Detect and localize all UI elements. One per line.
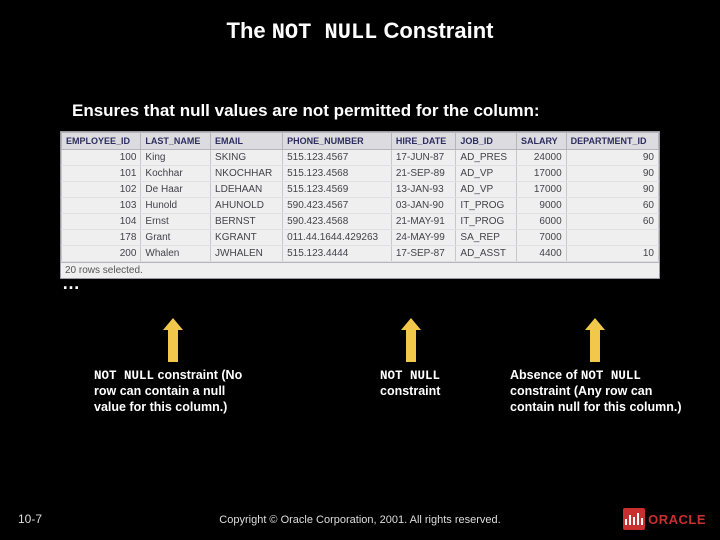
col-header: JOB_ID <box>456 133 517 150</box>
caption-3: Absence of NOT NULL constraint (Any row … <box>510 368 692 415</box>
table-cell: IT_PROG <box>456 198 517 214</box>
table-cell: 103 <box>62 198 141 214</box>
slide-subtitle: Ensures that null values are not permitt… <box>0 55 720 127</box>
caption-3-pre: Absence of <box>510 368 581 382</box>
table-cell: 011.44.1644.429263 <box>283 230 392 246</box>
table-cell: 9000 <box>516 198 566 214</box>
table-cell: 90 <box>566 150 658 166</box>
table-cell: 6000 <box>516 214 566 230</box>
oracle-logo: ORACLE <box>623 508 706 530</box>
table-cell: 17000 <box>516 166 566 182</box>
table-cell: 90 <box>566 166 658 182</box>
table-cell: BERNST <box>211 214 283 230</box>
table-cell: 13-JAN-93 <box>391 182 456 198</box>
table-cell: 60 <box>566 214 658 230</box>
table-cell: 03-JAN-90 <box>391 198 456 214</box>
copyright-footer: Copyright © Oracle Corporation, 2001. Al… <box>0 514 720 526</box>
table-cell: JWHALEN <box>211 246 283 262</box>
table-cell: 104 <box>62 214 141 230</box>
table-cell: 21-SEP-89 <box>391 166 456 182</box>
table-cell: 515.123.4444 <box>283 246 392 262</box>
caption-2-text: constraint <box>380 384 440 398</box>
table-cell: Hunold <box>141 198 211 214</box>
table-cell: 17000 <box>516 182 566 198</box>
oracle-logo-icon <box>623 508 645 530</box>
title-code: NOT NULL <box>272 20 378 45</box>
table-cell: AD_VP <box>456 166 517 182</box>
table-row: 200WhalenJWHALEN515.123.444417-SEP-87AD_… <box>62 246 659 262</box>
rows-ellipsis: … <box>62 273 720 294</box>
table-row: 100KingSKING515.123.456717-JUN-87AD_PRES… <box>62 150 659 166</box>
table-cell: 515.123.4568 <box>283 166 392 182</box>
caption-1-code: NOT NULL <box>94 369 154 383</box>
table-cell: KGRANT <box>211 230 283 246</box>
table-row: 178GrantKGRANT011.44.1644.42926324-MAY-9… <box>62 230 659 246</box>
table-cell: Grant <box>141 230 211 246</box>
arrow-1 <box>168 328 178 362</box>
table-cell: AD_VP <box>456 182 517 198</box>
col-header: EMAIL <box>211 133 283 150</box>
title-pre: The <box>227 18 272 43</box>
table-cell: 90 <box>566 182 658 198</box>
table-cell: NKOCHHAR <box>211 166 283 182</box>
table-cell: 590.423.4567 <box>283 198 392 214</box>
table-cell: 4400 <box>516 246 566 262</box>
table-cell: 590.423.4568 <box>283 214 392 230</box>
arrow-2 <box>406 328 416 362</box>
col-header: HIRE_DATE <box>391 133 456 150</box>
table-cell: 24-MAY-99 <box>391 230 456 246</box>
data-table-wrap: EMPLOYEE_IDLAST_NAMEEMAILPHONE_NUMBERHIR… <box>60 131 660 279</box>
col-header: DEPARTMENT_ID <box>566 133 658 150</box>
caption-2: NOT NULL constraint <box>380 368 490 400</box>
table-cell: Whalen <box>141 246 211 262</box>
table-cell: 17-SEP-87 <box>391 246 456 262</box>
table-cell: LDEHAAN <box>211 182 283 198</box>
oracle-logo-text: ORACLE <box>648 512 706 527</box>
table-cell: AD_ASST <box>456 246 517 262</box>
table-cell: SA_REP <box>456 230 517 246</box>
table-row: 104ErnstBERNST590.423.456821-MAY-91IT_PR… <box>62 214 659 230</box>
table-cell: 515.123.4567 <box>283 150 392 166</box>
col-header: LAST_NAME <box>141 133 211 150</box>
data-table: EMPLOYEE_IDLAST_NAMEEMAILPHONE_NUMBERHIR… <box>61 132 659 262</box>
table-cell: SKING <box>211 150 283 166</box>
table-cell: AD_PRES <box>456 150 517 166</box>
table-cell: 21-MAY-91 <box>391 214 456 230</box>
table-cell: 24000 <box>516 150 566 166</box>
table-row: 101KochharNKOCHHAR515.123.456821-SEP-89A… <box>62 166 659 182</box>
table-cell: 10 <box>566 246 658 262</box>
caption-3-text: constraint (Any row can contain null for… <box>510 384 682 413</box>
table-cell: 178 <box>62 230 141 246</box>
caption-1: NOT NULL constraint (No row can contain … <box>94 368 254 415</box>
table-cell: 7000 <box>516 230 566 246</box>
caption-3-code: NOT NULL <box>581 369 641 383</box>
table-row: 102De HaarLDEHAAN515.123.456913-JAN-93AD… <box>62 182 659 198</box>
col-header: SALARY <box>516 133 566 150</box>
table-cell: 60 <box>566 198 658 214</box>
table-cell: 100 <box>62 150 141 166</box>
table-row: 103HunoldAHUNOLD590.423.456703-JAN-90IT_… <box>62 198 659 214</box>
col-header: PHONE_NUMBER <box>283 133 392 150</box>
table-cell: King <box>141 150 211 166</box>
table-cell: Ernst <box>141 214 211 230</box>
table-cell <box>566 230 658 246</box>
col-header: EMPLOYEE_ID <box>62 133 141 150</box>
table-cell: 515.123.4569 <box>283 182 392 198</box>
table-cell: 101 <box>62 166 141 182</box>
arrow-3 <box>590 328 600 362</box>
table-cell: AHUNOLD <box>211 198 283 214</box>
caption-2-code: NOT NULL <box>380 369 440 383</box>
table-cell: De Haar <box>141 182 211 198</box>
table-cell: 102 <box>62 182 141 198</box>
table-cell: IT_PROG <box>456 214 517 230</box>
table-cell: Kochhar <box>141 166 211 182</box>
table-cell: 17-JUN-87 <box>391 150 456 166</box>
title-post: Constraint <box>377 18 493 43</box>
table-cell: 200 <box>62 246 141 262</box>
slide-title: The NOT NULL Constraint <box>0 0 720 55</box>
